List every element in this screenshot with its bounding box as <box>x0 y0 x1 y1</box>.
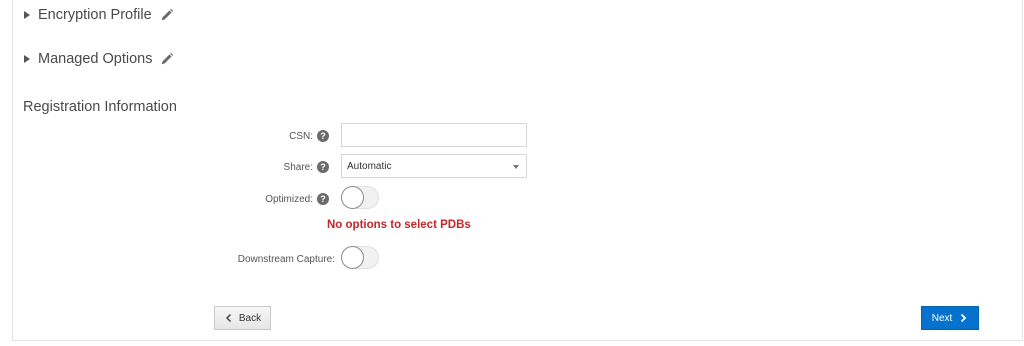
share-select[interactable]: Automatic <box>341 154 527 178</box>
back-button-label: Back <box>238 312 262 324</box>
edit-pencil-icon[interactable] <box>160 52 174 66</box>
csn-input[interactable] <box>341 123 527 147</box>
encryption-profile-label: Encryption Profile <box>38 7 152 23</box>
chevron-right-icon <box>961 313 967 323</box>
managed-options-section-toggle[interactable]: Managed Options <box>24 51 174 67</box>
caret-right-icon <box>24 55 30 63</box>
dropdown-arrow-icon <box>513 165 519 169</box>
pdb-warning-message: No options to select PDBs <box>327 219 471 231</box>
edit-pencil-icon[interactable] <box>160 8 174 22</box>
optimized-toggle[interactable] <box>341 186 379 209</box>
help-icon[interactable]: ? <box>317 130 329 142</box>
back-button[interactable]: Back <box>214 306 271 330</box>
chevron-left-icon <box>225 313 231 323</box>
help-icon[interactable]: ? <box>317 161 329 173</box>
caret-right-icon <box>24 11 30 19</box>
share-selected-value: Automatic <box>347 161 392 172</box>
toggle-knob <box>341 186 364 209</box>
next-button-label: Next <box>931 312 953 324</box>
registration-information-heading: Registration Information <box>23 99 177 115</box>
share-label: Share: <box>283 162 313 173</box>
csn-label: CSN: <box>289 131 313 142</box>
encryption-profile-section-toggle[interactable]: Encryption Profile <box>24 7 174 23</box>
optimized-label: Optimized: <box>265 194 313 205</box>
managed-options-label: Managed Options <box>38 51 153 67</box>
downstream-capture-toggle[interactable] <box>341 246 379 269</box>
toggle-knob <box>341 246 364 269</box>
downstream-capture-label: Downstream Capture: <box>237 254 335 265</box>
next-button[interactable]: Next <box>921 306 979 330</box>
help-icon[interactable]: ? <box>317 193 329 205</box>
